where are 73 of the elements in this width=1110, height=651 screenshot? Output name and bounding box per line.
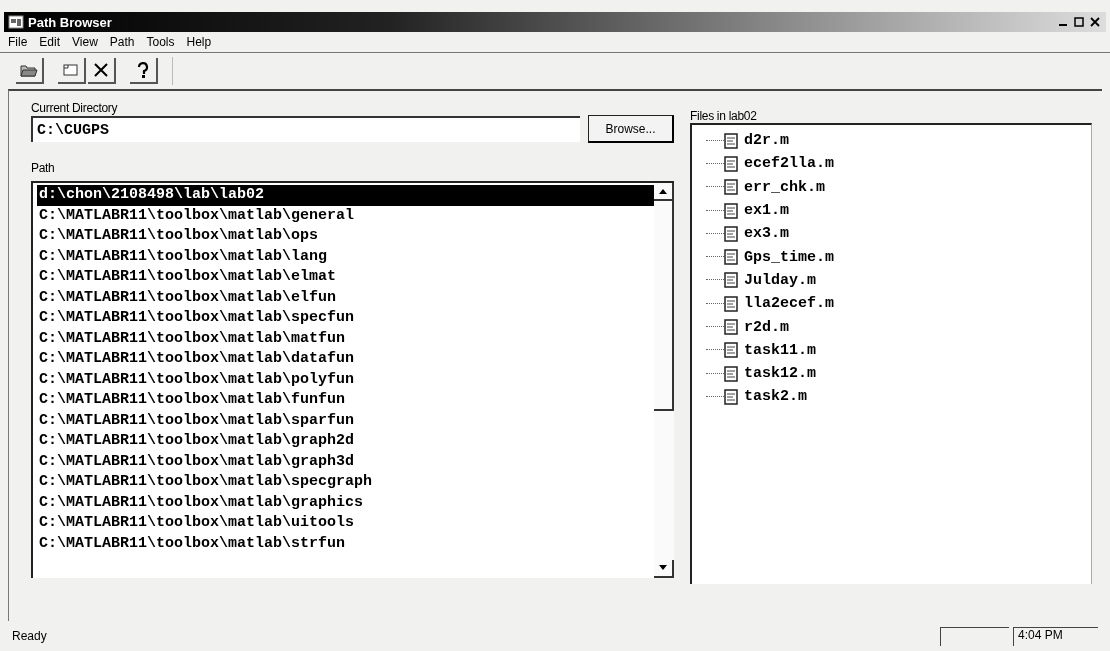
- directory-entry[interactable]: C:\MATLABR11\toolbox\matlab\graph2d: [37, 431, 654, 452]
- file-icon: [724, 202, 738, 219]
- file-icon: [724, 342, 738, 359]
- maximize-icon: [1074, 17, 1084, 27]
- directory-entry[interactable]: C:\MATLABR11\toolbox\matlab\graph3d: [37, 451, 654, 472]
- current-directory-label: Current Directory: [31, 101, 119, 115]
- status-time: 4:04 PM: [1013, 626, 1098, 646]
- path-label: Path: [31, 161, 56, 175]
- directory-entry[interactable]: C:\MATLABR11\toolbox\matlab\ops: [37, 226, 654, 247]
- status-text: Ready: [12, 629, 47, 643]
- file-icon: [724, 155, 738, 172]
- m-script-entry[interactable]: r2d.m: [744, 318, 789, 336]
- file-icon: [724, 319, 738, 335]
- file-icon: [724, 365, 738, 382]
- scroll-down-icon[interactable]: [654, 560, 674, 578]
- m-script-entry[interactable]: ex1.m: [744, 202, 789, 220]
- menu-item[interactable]: Edit: [39, 35, 61, 49]
- m-script-entry[interactable]: err_chk.m: [744, 178, 825, 196]
- directory-entry[interactable]: C:\MATLABR11\toolbox\matlab\strfun: [37, 533, 654, 554]
- m-script-entry[interactable]: task2.m: [744, 388, 807, 406]
- m-script-entry[interactable]: task12.m: [744, 365, 816, 383]
- scrollbar[interactable]: [654, 183, 674, 578]
- directory-entry[interactable]: C:\MATLABR11\toolbox\matlab\funfun: [37, 390, 654, 411]
- directory-field[interactable]: C:\CUGPS: [31, 116, 580, 142]
- help-button[interactable]: [130, 58, 158, 84]
- file-icon: [724, 249, 738, 266]
- browse-button[interactable]: Browse...: [588, 115, 674, 143]
- menu-item[interactable]: File: [8, 35, 28, 49]
- directory-entry[interactable]: C:\MATLABR11\toolbox\matlab\uitools: [37, 513, 654, 534]
- m-script-entry[interactable]: task11.m: [744, 341, 816, 359]
- folder-icon: [20, 62, 38, 78]
- directory-entry[interactable]: C:\MATLABR11\toolbox\matlab\datafun: [37, 349, 654, 370]
- directory-entry[interactable]: C:\MATLABR11\toolbox\matlab\elfun: [37, 287, 654, 308]
- directory-entry[interactable]: C:\MATLABR11\toolbox\matlab\polyfun: [37, 369, 654, 390]
- window-title: Path Browser: [28, 14, 112, 30]
- file-icon: [724, 295, 738, 312]
- window-icon: [8, 14, 24, 30]
- close-icon: [1090, 17, 1100, 27]
- scroll-up-icon[interactable]: [654, 183, 674, 201]
- m-script-entry[interactable]: lla2ecef.m: [744, 295, 834, 313]
- m-script-entry[interactable]: Julday.m: [744, 271, 816, 289]
- status-pane: [940, 626, 1009, 646]
- directory-entry[interactable]: C:\MATLABR11\toolbox\matlab\specfun: [37, 308, 654, 329]
- m-script-entry[interactable]: ecef2lla.m: [744, 155, 834, 173]
- file-icon: [724, 132, 738, 149]
- m-script-entry[interactable]: Gps_time.m: [744, 248, 834, 266]
- minimize-icon: [1059, 24, 1067, 26]
- file-icon: [724, 225, 738, 242]
- m-script-entry[interactable]: ex3.m: [744, 225, 789, 243]
- delete-icon: [92, 62, 110, 78]
- window-frame-icon: [62, 62, 80, 78]
- directory-entry[interactable]: C:\MATLABR11\toolbox\matlab\sparfun: [37, 410, 654, 431]
- delete-button[interactable]: [88, 58, 116, 84]
- files-label: Files in lab02: [690, 109, 758, 123]
- file-icon: [724, 272, 738, 289]
- close-button[interactable]: [1088, 15, 1102, 29]
- open-folder-button[interactable]: [16, 58, 44, 84]
- directory-entry[interactable]: C:\MATLABR11\toolbox\matlab\general: [37, 205, 654, 226]
- menu-item[interactable]: Path: [109, 35, 135, 49]
- file-icon: [724, 388, 738, 405]
- directory-entry[interactable]: C:\MATLABR11\toolbox\matlab\lang: [37, 246, 654, 267]
- directory-entry[interactable]: C:\MATLABR11\toolbox\matlab\specgraph: [37, 472, 654, 493]
- directory-entry[interactable]: C:\MATLABR11\toolbox\matlab\graphics: [37, 492, 654, 513]
- file-icon: [724, 179, 738, 196]
- m-script-entry[interactable]: d2r.m: [744, 132, 789, 150]
- menu-item[interactable]: Tools: [146, 35, 175, 49]
- new-button[interactable]: [58, 58, 86, 84]
- directory-entry[interactable]: C:\MATLABR11\toolbox\matlab\matfun: [37, 328, 654, 349]
- maximize-button[interactable]: [1072, 15, 1086, 29]
- menu-item[interactable]: View: [72, 35, 98, 49]
- directory-entry[interactable]: C:\MATLABR11\toolbox\matlab\elmat: [37, 267, 654, 288]
- menu-item[interactable]: Help: [186, 35, 212, 49]
- directory-entry[interactable]: d:\chon\2108498\lab\lab02: [37, 185, 654, 206]
